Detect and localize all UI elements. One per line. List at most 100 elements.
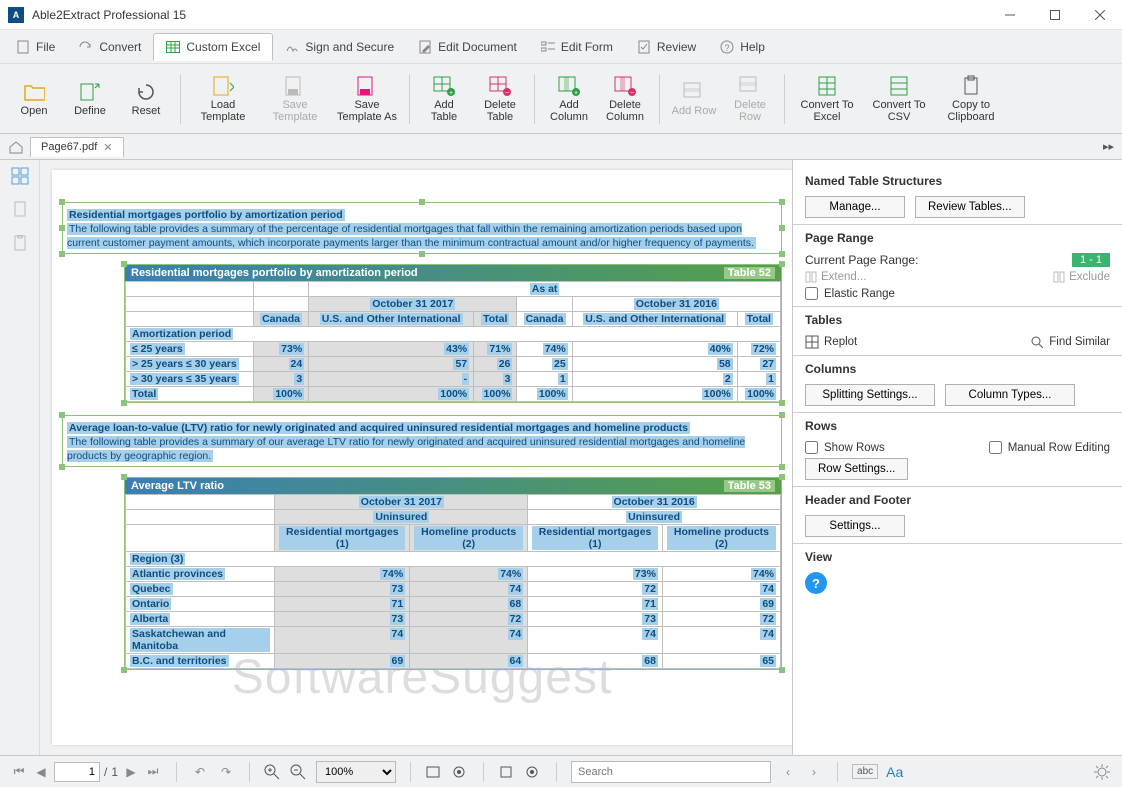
elastic-range-checkbox[interactable]: Elastic Range (805, 287, 895, 300)
delete-row-button[interactable]: Delete Row (724, 73, 776, 125)
manage-button[interactable]: Manage... (805, 196, 905, 218)
page-sep: / (104, 765, 107, 779)
load-template-button[interactable]: Load Template (189, 73, 257, 125)
view-mode-1-icon[interactable] (425, 765, 443, 779)
abc-toggle[interactable]: abc (852, 764, 878, 779)
file-icon (16, 40, 30, 54)
table2[interactable]: Average LTV ratioTable 53 October 31 201… (124, 477, 782, 670)
copy-clipboard-button[interactable]: Copy to Clipboard (937, 73, 1005, 125)
titlebar: A Able2Extract Professional 15 (0, 0, 1122, 30)
zoom-out-button[interactable] (290, 764, 308, 780)
replot-link[interactable]: Replot (805, 335, 857, 349)
review-tables-button[interactable]: Review Tables... (915, 196, 1025, 218)
menubar: File Convert Custom Excel Sign and Secur… (0, 30, 1122, 64)
table1[interactable]: Residential mortgages portfolio by amort… (124, 264, 782, 403)
right-panel: Named Table Structures Manage... Review … (792, 160, 1122, 755)
search-input[interactable] (571, 761, 771, 783)
review-icon (637, 40, 651, 54)
add-table-button[interactable]: +Add Table (418, 73, 470, 125)
help-bubble-icon[interactable]: ? (805, 572, 827, 594)
file-tab[interactable]: Page67.pdf✕ (30, 137, 124, 157)
pdf-page: SoftwareSuggest Residential mortgages po… (52, 170, 792, 745)
section1-block[interactable]: Residential mortgages portfolio by amort… (62, 202, 782, 254)
aa-toggle[interactable]: Aa (886, 764, 903, 780)
menu-convert[interactable]: Convert (67, 34, 153, 60)
manual-row-checkbox[interactable]: Manual Row Editing (989, 441, 1110, 454)
last-page-button[interactable]: ⏭ (144, 764, 162, 779)
table-row: Total100%100%100%100%100%100% (126, 387, 781, 402)
add-row-icon (683, 81, 705, 103)
home-tab[interactable] (4, 136, 28, 158)
panel-title: Named Table Structures (805, 174, 1110, 188)
add-row-button[interactable]: Add Row (668, 73, 720, 125)
convert-csv-button[interactable]: Convert To CSV (865, 73, 933, 125)
folder-icon (23, 81, 45, 103)
first-page-button[interactable]: ⏮ (10, 764, 28, 779)
columns-heading: Columns (805, 362, 1110, 376)
rotate-ccw-button[interactable]: ↶ (191, 765, 209, 779)
reset-button[interactable]: Reset (120, 79, 172, 119)
extend-link[interactable]: Extend... (805, 271, 866, 283)
menu-edit-form[interactable]: Edit Form (529, 34, 625, 60)
document-area[interactable]: SoftwareSuggest Residential mortgages po… (40, 160, 792, 755)
search-next-button[interactable]: › (805, 765, 823, 779)
close-button[interactable] (1077, 0, 1122, 30)
section2-title: Average loan-to-value (LTV) ratio for ne… (67, 422, 690, 434)
main: SoftwareSuggest Residential mortgages po… (0, 160, 1122, 755)
rotate-cw-button[interactable]: ↷ (217, 765, 235, 779)
zoom-select[interactable]: 100% (316, 761, 396, 783)
define-button[interactable]: Define (64, 79, 116, 119)
view-mode-2-icon[interactable] (451, 765, 469, 779)
thumbnails-icon[interactable] (10, 166, 30, 186)
view-mode-3-icon[interactable] (498, 765, 516, 779)
menu-custom-excel[interactable]: Custom Excel (153, 33, 273, 61)
section2-block[interactable]: Average loan-to-value (LTV) ratio for ne… (62, 415, 782, 467)
column-types-button[interactable]: Column Types... (945, 384, 1075, 406)
save-template-as-button[interactable]: Save Template As (333, 73, 401, 125)
svg-text:+: + (574, 90, 578, 96)
maximize-button[interactable] (1032, 0, 1077, 30)
menu-edit-document[interactable]: Edit Document (406, 34, 529, 60)
next-page-button[interactable]: ▶ (122, 765, 140, 779)
load-template-icon (212, 75, 234, 97)
delete-table-button[interactable]: −Delete Table (474, 73, 526, 125)
table2-badge: Table 53 (724, 480, 775, 492)
add-column-icon: + (558, 75, 580, 97)
find-similar-link[interactable]: Find Similar (1030, 335, 1110, 349)
row-settings-button[interactable]: Row Settings... (805, 458, 908, 480)
view-mode-4-icon[interactable] (524, 765, 542, 779)
convert-excel-button[interactable]: Convert To Excel (793, 73, 861, 125)
zoom-in-button[interactable] (264, 764, 282, 780)
section2-body: The following table provides a summary o… (67, 436, 745, 462)
show-rows-checkbox[interactable]: Show Rows (805, 441, 885, 454)
settings-button[interactable]: Settings... (805, 515, 905, 537)
search-prev-button[interactable]: ‹ (779, 765, 797, 779)
close-tab-icon[interactable]: ✕ (103, 141, 112, 154)
add-column-button[interactable]: +Add Column (543, 73, 595, 125)
theme-icon[interactable] (1094, 764, 1112, 780)
save-as-icon (356, 75, 378, 97)
edit-doc-icon (418, 40, 432, 54)
help-icon: ? (720, 40, 734, 54)
attachments-icon[interactable] (10, 234, 30, 254)
svg-text:?: ? (725, 43, 730, 53)
open-button[interactable]: Open (8, 79, 60, 119)
bookmarks-icon[interactable] (10, 200, 30, 220)
delete-row-icon (739, 75, 761, 97)
page-input[interactable] (54, 762, 100, 782)
minimize-button[interactable] (987, 0, 1032, 30)
menu-help[interactable]: ?Help (708, 34, 777, 60)
exclude-link[interactable]: Exclude (1053, 271, 1110, 283)
menu-sign-secure[interactable]: Sign and Secure (273, 34, 406, 60)
save-template-button[interactable]: Save Template (261, 73, 329, 125)
menu-file[interactable]: File (4, 34, 67, 60)
tab-scroll-right[interactable]: ▸▸ (1099, 140, 1118, 153)
section1-title: Residential mortgages portfolio by amort… (67, 209, 345, 221)
prev-page-button[interactable]: ◀ (32, 765, 50, 779)
table-row: B.C. and territories69646865 (126, 654, 781, 669)
splitting-settings-button[interactable]: Splitting Settings... (805, 384, 935, 406)
menu-review[interactable]: Review (625, 34, 708, 60)
save-template-icon (284, 75, 306, 97)
table-row: Saskatchewan and Manitoba74747474 (126, 627, 781, 654)
delete-column-button[interactable]: −Delete Column (599, 73, 651, 125)
